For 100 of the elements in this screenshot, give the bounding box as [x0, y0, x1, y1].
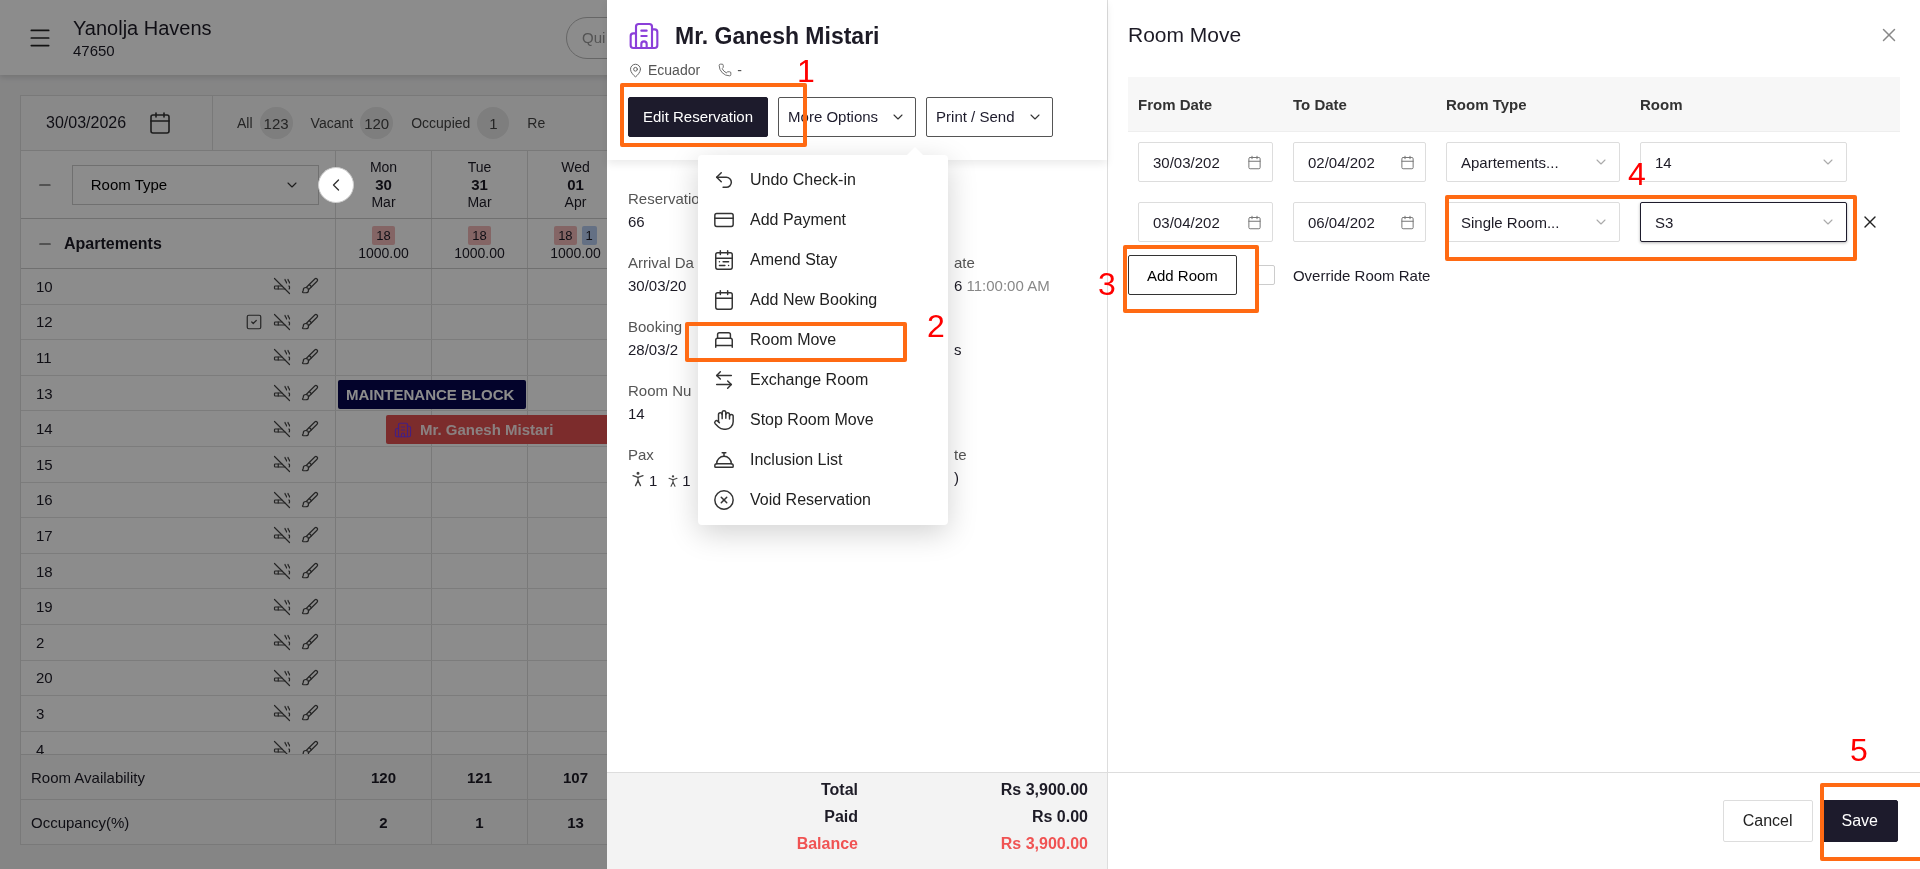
detail-value: 28/03/2	[628, 341, 679, 358]
calendar-icon	[1400, 154, 1415, 170]
month: Mar	[371, 193, 396, 211]
column-header: Room Type	[1446, 95, 1528, 113]
menu-item[interactable]: Inclusion List	[698, 440, 858, 480]
menu-item[interactable]: Add New Booking	[698, 280, 893, 320]
detail-label: Booking	[628, 318, 683, 335]
menu-item[interactable]: Amend Stay	[698, 240, 853, 280]
count-badge: 18	[554, 225, 577, 245]
calendar-icon[interactable]	[148, 111, 173, 135]
adult-count: 1	[649, 472, 658, 489]
filter-tab[interactable]: Re	[527, 115, 546, 131]
guest-name: Mr. Ganesh Mistari	[675, 22, 880, 50]
room-type-select[interactable]: Room Type	[71, 164, 319, 205]
date-field[interactable]: 03/04/202	[1138, 202, 1273, 242]
count-badge: 123	[259, 107, 293, 139]
detail-value: 66	[628, 213, 645, 230]
date-field[interactable]: 02/04/202	[1293, 142, 1426, 182]
date-field[interactable]: 30/03/202	[1138, 142, 1273, 182]
menu-item[interactable]: Add Payment	[698, 200, 862, 240]
building-icon	[628, 20, 660, 52]
search-field[interactable]: Qui	[566, 16, 607, 59]
no-smoking-icon	[273, 597, 291, 616]
summary-value: 2	[336, 800, 432, 844]
no-smoking-icon	[273, 633, 291, 652]
location-icon	[628, 62, 643, 78]
detail-label: Reservatio	[628, 190, 700, 207]
hand-icon	[713, 409, 735, 431]
no-smoking-icon	[273, 526, 291, 545]
column-header: To Date	[1293, 95, 1348, 113]
count-badge: 120	[360, 107, 394, 139]
filter-tab[interactable]: Vacant 120	[310, 107, 394, 139]
menu-item[interactable]: Room Move	[698, 320, 852, 360]
detail-label: Arrival Da	[628, 254, 694, 271]
broom-icon	[301, 704, 319, 723]
total-label: Paid	[823, 808, 858, 827]
filter-tab[interactable]: All 123	[237, 107, 293, 139]
broom-icon	[301, 597, 319, 616]
circle-x-icon	[713, 489, 735, 511]
room-number: 3	[36, 704, 46, 722]
summary-value: 1	[432, 800, 528, 844]
total-value: Rs 3,900.00	[999, 835, 1088, 854]
menu-item[interactable]: Undo Check-in	[698, 160, 871, 200]
broom-icon	[301, 526, 319, 545]
no-smoking-icon	[273, 384, 291, 403]
day-number: 31	[471, 175, 488, 194]
menu-item[interactable]: Exchange Room	[698, 360, 884, 400]
detail-label: Room Nu	[628, 382, 692, 399]
checklist-icon	[245, 312, 263, 331]
no-smoking-icon	[273, 277, 291, 296]
broom-icon	[301, 384, 319, 403]
hotel-id: 47650	[73, 41, 116, 59]
room-number: 14	[36, 420, 54, 438]
edit-button[interactable]: Edit Reservation	[628, 96, 769, 137]
date-field[interactable]: 06/04/202	[1293, 202, 1426, 242]
undo-icon	[713, 169, 735, 191]
bed-icon	[713, 329, 735, 351]
no-smoking-icon	[273, 455, 291, 474]
room-number: 17	[36, 526, 54, 544]
room-number: 16	[36, 491, 54, 509]
detail-value: 14	[628, 405, 645, 422]
country: Ecuador	[648, 62, 701, 79]
detail-value: 30/03/20	[628, 277, 687, 294]
dropdown-button[interactable]: Print / Send	[926, 96, 1053, 137]
room-number: 15	[36, 455, 54, 473]
add-room-button[interactable]: Add Room	[1128, 255, 1237, 295]
room-number: 18	[36, 562, 54, 580]
month: Mar	[467, 193, 492, 211]
weekday: Wed	[561, 158, 590, 176]
swap-icon	[713, 369, 735, 391]
rate: 1000.00	[454, 244, 505, 262]
step-number: 2	[927, 310, 945, 342]
count-badge: 18	[372, 225, 395, 245]
room-number: 10	[36, 277, 54, 295]
month: Apr	[564, 193, 587, 211]
bell-icon	[713, 449, 735, 471]
menu-item[interactable]: Void Reservation	[698, 480, 886, 520]
no-smoking-icon	[273, 490, 291, 509]
broom-icon	[301, 348, 319, 367]
room-type-select[interactable]: Apartements...	[1446, 142, 1620, 182]
weekday: Mon	[369, 158, 398, 176]
broom-icon	[301, 490, 319, 509]
save-button[interactable]: Save	[1821, 800, 1898, 842]
previous-button[interactable]	[318, 166, 354, 203]
checkbox-label: Override Room Rate	[1292, 266, 1431, 284]
broom-icon	[301, 455, 319, 474]
menu-item[interactable]: Stop Room Move	[698, 400, 889, 440]
cancel-button[interactable]: Cancel	[1722, 800, 1813, 842]
room-number: 19	[36, 598, 54, 616]
detail-value: s	[954, 341, 962, 358]
broom-icon	[301, 633, 319, 652]
weekday: Tue	[467, 158, 492, 176]
maintenance-block[interactable]: MAINTENANCE BLOCK	[338, 379, 526, 409]
broom-icon	[301, 312, 319, 331]
broom-icon	[301, 277, 319, 296]
room-select[interactable]: S3	[1640, 202, 1847, 242]
summary-label: Occupancy(%)	[21, 800, 336, 844]
filter-tab[interactable]: Occupied 1	[411, 107, 510, 139]
room-type-select[interactable]: Single Room...	[1446, 202, 1620, 242]
count-badge: 1	[581, 225, 597, 245]
